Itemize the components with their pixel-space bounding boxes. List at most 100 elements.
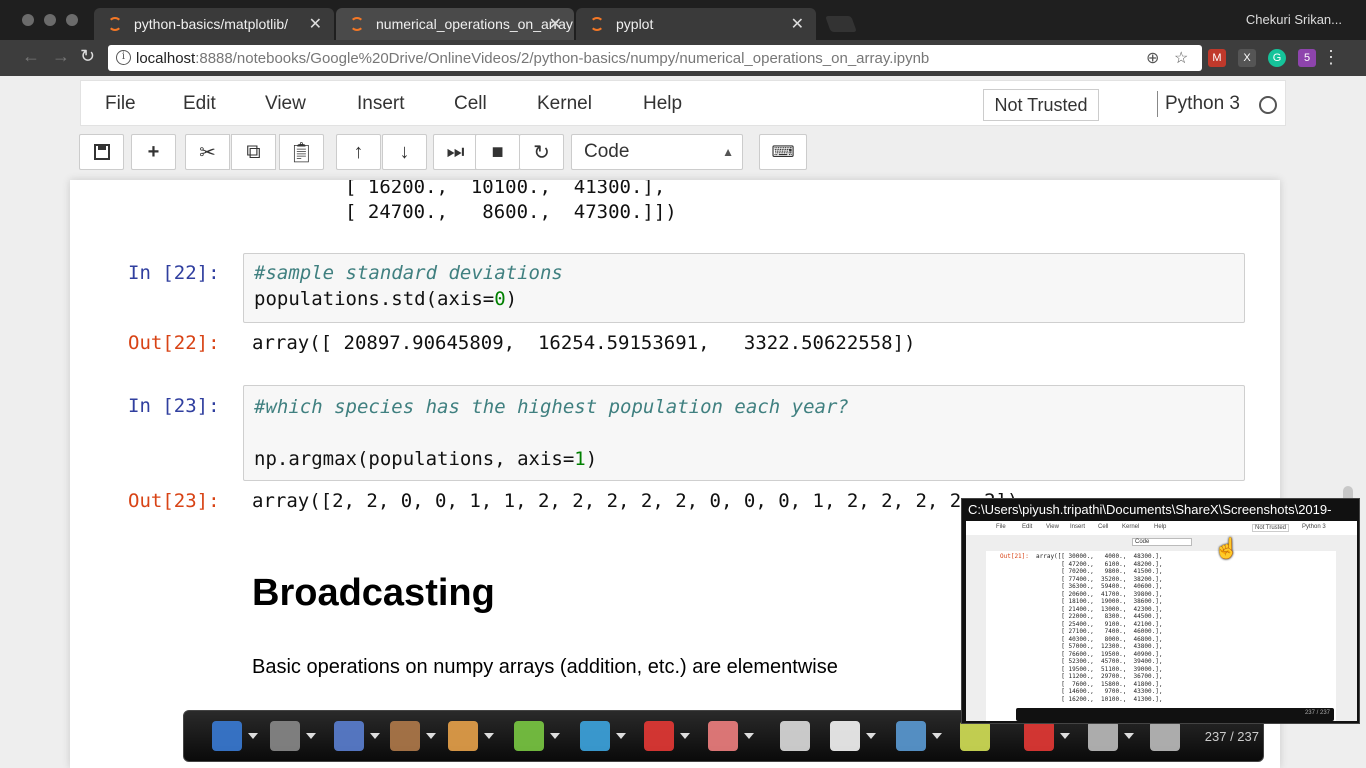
run-button[interactable]: ⏭︎ (433, 134, 478, 170)
kernel-name[interactable]: Python 3 (1165, 93, 1240, 115)
code-cell-22[interactable]: #sample standard deviations populations.… (243, 253, 1245, 323)
hand-cursor-icon: ☝ (1214, 538, 1239, 560)
jupyter-toolbar: + ✂ ⧉ 📋︎ ↑ ↓ ⏭︎ ■ ↻ Code ▲▼ ⌨ (0, 132, 1366, 193)
menu-insert[interactable]: Insert (357, 93, 405, 115)
eraser-tool-icon[interactable] (708, 721, 738, 751)
run-icon: ⏭︎ (446, 140, 465, 163)
move-up-icon: ↑ (353, 140, 364, 163)
tool-dropdown-caret-icon[interactable] (866, 733, 876, 739)
preview-content: File Edit View Insert Cell Kernel Help N… (966, 521, 1357, 721)
preview-menu-item: Insert (1070, 524, 1086, 530)
tool-dropdown-caret-icon[interactable] (370, 733, 380, 739)
add-cell-icon: + (147, 140, 160, 163)
profile-extension-icon[interactable]: 5 (1298, 49, 1316, 67)
text-tool-icon[interactable] (580, 721, 610, 751)
profile-name[interactable]: Chekuri Srikan... (1246, 12, 1342, 27)
line-tool-icon[interactable] (896, 721, 926, 751)
keyboard-shortcuts-button[interactable]: ⌨ (759, 134, 807, 170)
tool-dropdown-caret-icon[interactable] (550, 733, 560, 739)
menu-cell[interactable]: Cell (454, 93, 487, 115)
more-vert-icon[interactable]: ⋮ (1322, 47, 1340, 68)
pen-tool-icon[interactable] (448, 721, 478, 751)
preview-menu-item: Cell (1098, 524, 1109, 530)
grammarly-extension-icon[interactable]: G (1268, 49, 1286, 67)
undo-tool-icon[interactable] (334, 721, 364, 751)
tab-pyplot[interactable]: pyplot ✕ (576, 8, 816, 40)
cut-button[interactable]: ✂ (185, 134, 230, 170)
highlighter-tool-icon[interactable] (514, 721, 544, 751)
close-window-button[interactable] (22, 14, 34, 26)
shapes-tool-icon[interactable] (644, 721, 674, 751)
stop-button[interactable]: ■ (475, 134, 520, 170)
tool-dropdown-caret-icon[interactable] (680, 733, 690, 739)
tool-dropdown-caret-icon[interactable] (1060, 733, 1070, 739)
menu-file[interactable]: File (105, 93, 136, 115)
pointer-tool-icon[interactable] (780, 721, 810, 751)
star-icon[interactable]: ☆ (1174, 48, 1188, 68)
tool-dropdown-caret-icon[interactable] (248, 733, 258, 739)
move-down-icon: ↓ (399, 140, 410, 163)
restart-button[interactable]: ↻ (519, 134, 564, 170)
reload-icon[interactable]: ↻ (80, 46, 95, 67)
zoom-icon[interactable]: ⊕ (1146, 48, 1159, 68)
tool-dropdown-caret-icon[interactable] (484, 733, 494, 739)
menu-kernel[interactable]: Kernel (537, 93, 592, 115)
tool-dropdown-caret-icon[interactable] (1124, 733, 1134, 739)
save-tool-icon[interactable] (270, 721, 300, 751)
move-up-button[interactable]: ↑ (336, 134, 381, 170)
minimize-window-button[interactable] (44, 14, 56, 26)
screenshot-preview-popup[interactable]: C:\Users\piyush.tripathi\Documents\Share… (961, 498, 1360, 724)
cell-output: array([2, 2, 0, 0, 1, 1, 2, 2, 2, 2, 2, … (252, 490, 1019, 512)
save-button[interactable] (79, 134, 124, 170)
stop-icon: ■ (491, 140, 504, 163)
browser-tab-bar: python-basics/matplotlib/ ✕ numerical_op… (0, 0, 1366, 40)
record-tool-icon[interactable] (1024, 721, 1054, 751)
preview-trusted: Not Trusted (1252, 524, 1290, 532)
menu-help[interactable]: Help (643, 93, 682, 115)
jupyter-menubar: File Edit View Insert Cell Kernel Help N… (80, 80, 1286, 126)
paste-button[interactable]: 📋︎ (279, 134, 324, 170)
tab-close-icon[interactable]: ✕ (309, 14, 322, 34)
x-extension-icon[interactable]: X (1238, 49, 1256, 67)
settings-tool-icon[interactable] (1150, 721, 1180, 751)
preview-menu-item: Kernel (1122, 524, 1140, 530)
cell-type-value: Code (584, 141, 630, 162)
menu-edit[interactable]: Edit (183, 93, 216, 115)
tool-dropdown-caret-icon[interactable] (932, 733, 942, 739)
site-info-icon[interactable]: i (116, 50, 131, 65)
tab-numerical-operations[interactable]: numerical_operations_on_array ✕ (336, 8, 574, 40)
note-tool-icon[interactable] (212, 721, 242, 751)
preview-page: Out[21]: array([[ 30000., 4000., 48300.]… (986, 551, 1336, 721)
copy-button[interactable]: ⧉ (231, 134, 276, 170)
gmail-extension-icon[interactable]: M (1208, 49, 1226, 67)
maximize-window-button[interactable] (66, 14, 78, 26)
tab-close-icon[interactable]: ✕ (791, 14, 804, 34)
code-cell-23[interactable]: #which species has the highest populatio… (243, 385, 1245, 481)
menu-view[interactable]: View (265, 93, 306, 115)
not-trusted-button[interactable]: Not Trusted (983, 89, 1099, 121)
cell-output: array([ 20897.90645809, 16254.59153691, … (252, 332, 916, 354)
url-path: :8888/notebooks/Google%20Drive/OnlineVid… (195, 49, 930, 67)
tool-dropdown-caret-icon[interactable] (616, 733, 626, 739)
fill-tool-icon[interactable] (960, 721, 990, 751)
tool-dropdown-caret-icon[interactable] (426, 733, 436, 739)
forward-icon[interactable]: → (52, 46, 70, 67)
restart-icon: ↻ (533, 141, 550, 164)
add-cell-button[interactable]: + (131, 134, 176, 170)
tool-dropdown-caret-icon[interactable] (744, 733, 754, 739)
back-icon[interactable]: ← (22, 46, 40, 67)
jupyter-favicon-icon (108, 17, 122, 31)
webcam-tool-icon[interactable] (1088, 721, 1118, 751)
new-tab-button[interactable] (825, 16, 857, 32)
tool-dropdown-caret-icon[interactable] (306, 733, 316, 739)
url-input[interactable]: i localhost:8888/notebooks/Google%20Driv… (108, 45, 1202, 71)
preview-menu-item: View (1046, 524, 1059, 530)
output-prompt: Out[23]: (128, 490, 220, 512)
tab-close-icon[interactable]: ✕ (549, 14, 562, 34)
whiteboard-tool-icon[interactable] (830, 721, 860, 751)
redo-tool-icon[interactable] (390, 721, 420, 751)
cell-type-select[interactable]: Code ▲▼ (571, 134, 743, 193)
input-prompt: In [23]: (128, 395, 220, 417)
move-down-button[interactable]: ↓ (382, 134, 427, 170)
tab-matplotlib[interactable]: python-basics/matplotlib/ ✕ (94, 8, 334, 40)
